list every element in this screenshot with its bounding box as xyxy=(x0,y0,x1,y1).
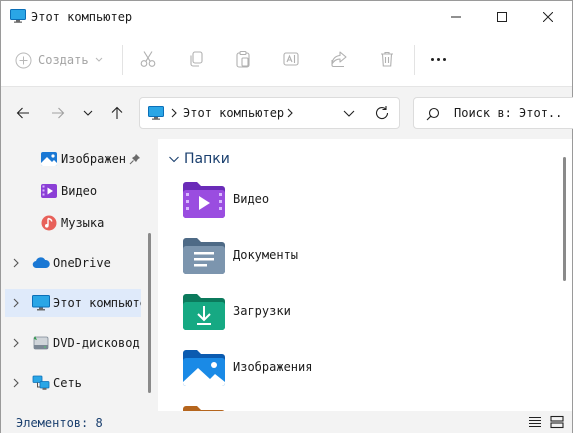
sidebar-item-videos[interactable]: Видео xyxy=(5,177,141,205)
sidebar-item-label: Музыка xyxy=(61,216,105,230)
close-button[interactable] xyxy=(525,1,571,33)
downloads-folder-icon xyxy=(183,294,225,330)
this-pc-icon xyxy=(32,295,50,311)
arrow-right-icon xyxy=(52,107,65,119)
details-view-icon[interactable] xyxy=(528,415,542,429)
content-scrollbar-thumb[interactable] xyxy=(563,157,566,281)
chevron-down-icon[interactable] xyxy=(342,106,356,120)
more-dot-icon xyxy=(430,57,434,61)
scissors-icon xyxy=(140,51,156,67)
toolbar-divider xyxy=(122,45,123,75)
trash-icon xyxy=(381,51,393,67)
more-dot-icon xyxy=(442,57,446,61)
cut-button[interactable] xyxy=(137,48,159,70)
sidebar-item-pictures[interactable]: Изображен xyxy=(5,145,141,173)
sidebar-item-label: Изображен xyxy=(61,152,127,166)
sidebar-item-label: DVD-дисковод xyxy=(53,336,140,350)
this-pc-icon xyxy=(10,9,26,23)
recent-locations-button[interactable] xyxy=(77,102,99,124)
back-button[interactable] xyxy=(12,102,34,124)
folder-item-pictures[interactable]: Изображения xyxy=(182,349,482,389)
forward-button[interactable] xyxy=(47,102,69,124)
pin-icon[interactable] xyxy=(129,153,141,165)
up-button[interactable] xyxy=(106,102,128,124)
status-bar: Элементов: 8 xyxy=(1,411,572,433)
create-button-label: Создать xyxy=(38,53,89,67)
arrow-left-icon xyxy=(16,107,29,119)
rename-button[interactable] xyxy=(280,48,302,70)
file-explorer-window: Этот компьютер Создать Этот компьютер По… xyxy=(0,0,573,433)
videos-icon xyxy=(41,184,57,198)
share-icon xyxy=(331,51,347,68)
folder-label: Документы xyxy=(233,248,299,262)
title-bar: Этот компьютер xyxy=(1,1,572,33)
sidebar-item-onedrive[interactable]: OneDrive xyxy=(5,249,141,277)
items-count: Элементов: 8 xyxy=(16,416,103,430)
plus-circle-icon xyxy=(15,52,32,68)
chevron-right-icon[interactable] xyxy=(11,338,21,348)
address-bar[interactable]: Этот компьютер xyxy=(139,97,400,129)
this-pc-icon xyxy=(148,106,164,120)
chevron-right-icon[interactable] xyxy=(286,107,294,119)
content-pane: Папки Видео Документы Загрузки Изображен… xyxy=(158,139,558,411)
arrow-up-icon xyxy=(111,106,123,119)
folder-item-downloads[interactable]: Загрузки xyxy=(182,293,482,333)
sidebar-item-dvd-drive[interactable]: DVD-дисковод xyxy=(5,329,141,357)
chevron-right-icon[interactable] xyxy=(170,107,178,119)
sidebar-scrollbar[interactable] xyxy=(148,233,151,393)
chevron-right-icon[interactable] xyxy=(11,258,21,268)
chevron-down-icon xyxy=(169,156,179,163)
toolbar-divider xyxy=(414,45,415,75)
folder-label: Изображения xyxy=(233,360,313,374)
paste-button[interactable] xyxy=(232,48,254,70)
rename-icon xyxy=(283,52,299,66)
share-button[interactable] xyxy=(328,48,350,70)
pictures-folder-icon xyxy=(183,350,225,386)
chevron-down-icon xyxy=(83,110,93,116)
delete-button[interactable] xyxy=(376,48,398,70)
search-box[interactable]: Поиск в: Этот.. xyxy=(413,97,573,129)
sidebar-item-network[interactable]: Сеть xyxy=(5,369,141,397)
maximize-button[interactable] xyxy=(479,1,525,33)
sidebar-item-label: Видео xyxy=(61,184,98,198)
tiles-view-icon[interactable] xyxy=(550,415,564,429)
sidebar-item-label: Сеть xyxy=(53,376,82,390)
more-dot-icon xyxy=(436,57,440,61)
command-bar: Создать xyxy=(1,33,572,87)
chevron-right-icon[interactable] xyxy=(11,378,21,388)
pictures-icon xyxy=(41,152,57,166)
music-icon xyxy=(41,215,57,231)
clipboard-icon xyxy=(236,50,250,68)
folders-group-header[interactable]: Папки xyxy=(168,151,230,167)
sidebar-item-label: OneDrive xyxy=(53,256,111,270)
minimize-button[interactable] xyxy=(433,1,479,33)
sidebar-item-this-pc[interactable]: Этот компьютер xyxy=(5,289,141,317)
documents-folder-icon xyxy=(183,238,225,274)
sidebar-item-music[interactable]: Музыка xyxy=(5,209,141,237)
close-icon xyxy=(543,12,553,22)
chevron-down-icon xyxy=(95,57,102,62)
refresh-icon[interactable] xyxy=(374,105,390,121)
copy-icon xyxy=(190,51,203,67)
group-title: Папки xyxy=(184,151,230,167)
minimize-icon xyxy=(451,16,461,18)
folder-label: Загрузки xyxy=(233,304,291,318)
copy-button[interactable] xyxy=(185,48,207,70)
dvd-drive-icon xyxy=(33,336,49,350)
sidebar-item-label: Этот компьютер xyxy=(53,296,141,310)
folder-label: Видео xyxy=(233,192,270,206)
folder-item-documents[interactable]: Документы xyxy=(182,237,482,277)
chevron-right-icon[interactable] xyxy=(11,298,21,308)
onedrive-icon xyxy=(32,257,50,269)
more-options-button[interactable] xyxy=(425,47,451,71)
search-icon xyxy=(426,107,440,121)
create-button[interactable]: Создать xyxy=(15,49,103,71)
network-icon xyxy=(32,375,50,390)
window-title: Этот компьютер xyxy=(31,10,133,24)
folder-item-videos[interactable]: Видео xyxy=(182,181,482,221)
search-input[interactable]: Поиск в: Этот.. xyxy=(454,106,562,120)
video-folder-icon xyxy=(183,182,225,218)
maximize-icon xyxy=(497,12,507,22)
address-location[interactable]: Этот компьютер xyxy=(183,106,284,120)
